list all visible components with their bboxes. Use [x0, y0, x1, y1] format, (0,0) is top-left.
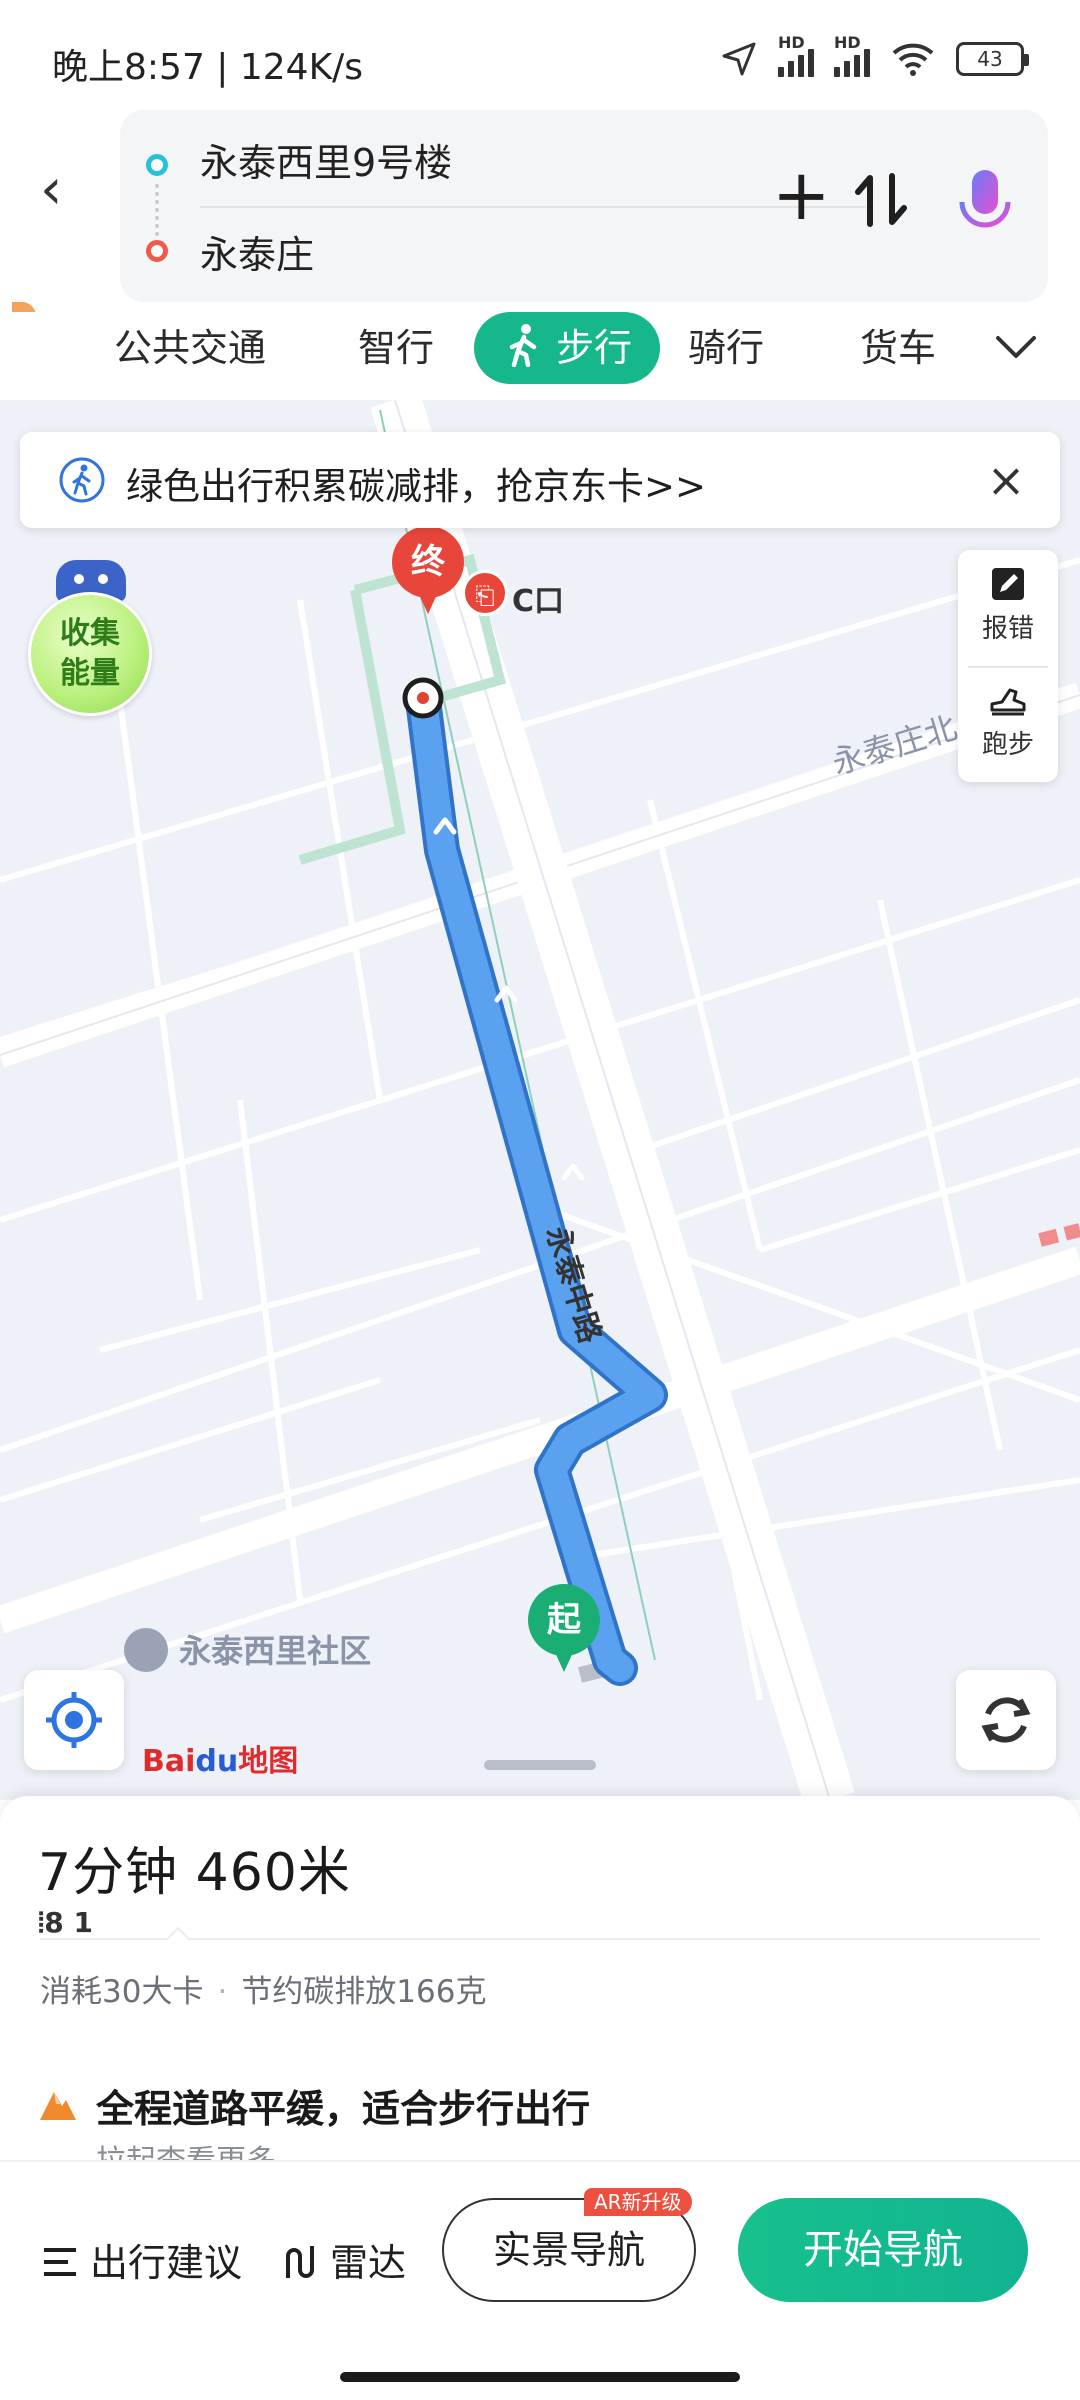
chevron-down-icon[interactable] [988, 320, 1044, 376]
battery-icon: 43 [956, 42, 1029, 76]
map-tools: 报错 跑步 [958, 550, 1058, 782]
bottom-action-bar: 出行建议 雷达 实景导航 AR新升级 开始导航 [0, 2160, 1080, 2340]
travel-advice-button[interactable]: 出行建议 [40, 2232, 242, 2287]
start-marker[interactable]: 起 [528, 1584, 600, 1672]
ar-new-badge: AR新升级 [584, 2188, 692, 2216]
close-icon[interactable]: × [978, 452, 1034, 508]
walking-badge-icon [59, 457, 105, 503]
list-icon [44, 2248, 76, 2276]
running-button[interactable]: 跑步 [958, 666, 1058, 782]
eta-distance: 7分钟 460米 [38, 1843, 351, 1903]
location-arrow-icon [722, 42, 756, 76]
refresh-icon [981, 1697, 1031, 1743]
route-card: 永泰西里9号楼 永泰庄 + [120, 110, 1048, 302]
route-tip: 全程道路平缓，适合步行出行 [96, 2087, 591, 2131]
community-icon [124, 1628, 168, 1672]
status-time: 晚上8:57 | 124K/s [52, 47, 364, 88]
collect-energy-button[interactable]: 收集 能量 [24, 556, 152, 716]
travel-mode-tabs: 公共交通 智行 步行 骑行 货车 [0, 312, 1080, 400]
tab-transit[interactable]: 公共交通 [114, 312, 266, 384]
tab-smart[interactable]: 智行 [358, 312, 434, 384]
community-poi[interactable]: 永泰西里社区 [124, 1626, 371, 1672]
subway-exit-icon: ⎗ [462, 570, 508, 616]
voice-mic-icon[interactable] [950, 152, 1020, 252]
tab-bike[interactable]: 骑行 [688, 312, 764, 384]
banner-text: 绿色出行积累碳减排，抢京东卡>> [126, 465, 707, 508]
origin-dot-icon [146, 154, 168, 176]
terrain-icon [40, 2092, 76, 2120]
signal-icon-2: HD [834, 33, 870, 77]
locate-button[interactable] [24, 1670, 124, 1770]
refresh-button[interactable] [956, 1670, 1056, 1770]
baidu-map-logo: Baidu地图 [142, 1744, 299, 1779]
traffic-lights-count: ⦙8 1 [38, 1906, 93, 1939]
edit-icon [992, 568, 1024, 600]
start-navigation-button[interactable]: 开始导航 [738, 2198, 1028, 2302]
origin-field[interactable]: 永泰西里9号楼 [200, 132, 452, 187]
destination-field[interactable]: 永泰庄 [200, 224, 314, 279]
end-marker[interactable]: 终 [392, 526, 464, 614]
back-icon[interactable]: ‹ [40, 150, 100, 230]
tab-walk[interactable]: 步行 [474, 312, 661, 384]
shoe-icon [990, 688, 1026, 716]
home-indicator[interactable] [340, 2372, 740, 2382]
report-error-button[interactable]: 报错 [958, 550, 1058, 666]
wifi-icon [892, 43, 934, 76]
exit-label: C口 [512, 584, 565, 619]
promo-banner[interactable]: 绿色出行积累碳减排，抢京东卡>> × [20, 432, 1060, 528]
walking-icon [509, 324, 537, 367]
radar-icon [286, 2246, 314, 2278]
tab-truck[interactable]: 货车 [860, 312, 936, 384]
destination-dot-icon [146, 240, 168, 262]
route-meta: 消耗30大卡 · 节约碳排放166克 [40, 1974, 487, 2010]
signal-icon: HD [778, 33, 814, 77]
swap-icon[interactable] [846, 160, 916, 240]
add-waypoint-icon[interactable]: + [772, 160, 831, 230]
locate-icon [46, 1692, 102, 1748]
radar-button[interactable]: 雷达 [280, 2232, 406, 2287]
route-header: ‹ 永泰西里9号楼 永泰庄 + [0, 110, 1080, 310]
sheet-drag-handle[interactable] [484, 1760, 596, 1770]
status-bar: 晚上8:57 | 124K/s HD HD 43 [0, 0, 1080, 110]
